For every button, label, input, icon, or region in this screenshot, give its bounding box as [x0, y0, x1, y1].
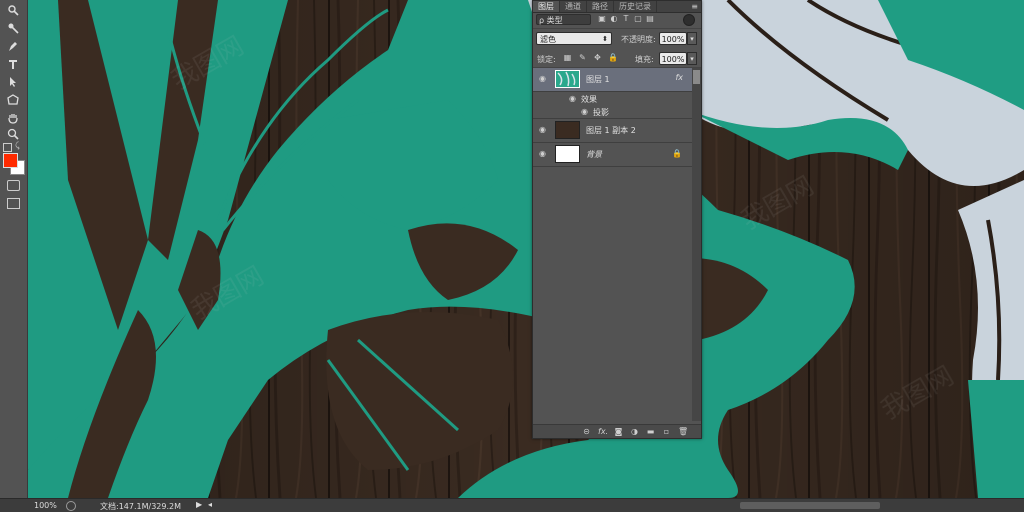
layer-thumbnail — [555, 145, 580, 163]
layer-fx-badge[interactable]: fx — [675, 73, 683, 82]
default-colors-icon[interactable] — [3, 143, 12, 152]
filter-icons: ▣ ◐ T ▢ ▤ — [598, 14, 654, 23]
opacity-label: 不透明度: — [621, 35, 656, 44]
status-bar: 100% 文档:147.1M/329.2M ▶ ◂ — [0, 498, 1024, 512]
type-filter-icon[interactable]: T — [622, 14, 630, 23]
visibility-eye-icon[interactable]: ◉ — [539, 74, 549, 84]
scroll-left-icon[interactable]: ◂ — [208, 500, 212, 509]
panel-tabs: 图层 通道 路径 历史记录 ≡ — [533, 1, 701, 13]
panel-menu-icon[interactable]: ≡ — [691, 1, 698, 12]
foreground-color-swatch[interactable] — [3, 153, 18, 168]
path-select-icon[interactable] — [4, 74, 22, 90]
zoom-level[interactable]: 100% — [34, 501, 57, 510]
effects-label: 效果 — [581, 95, 597, 104]
adjustment-icon[interactable]: ◑ — [630, 427, 639, 436]
group-icon[interactable]: ▬ — [646, 427, 655, 436]
tab-paths[interactable]: 路径 — [587, 1, 614, 12]
layers-bottom-bar: ⊝ fx. ◙ ◑ ▬ ▫ 🗑 — [533, 424, 701, 438]
new-layer-icon[interactable]: ▫ — [662, 427, 671, 436]
pen-icon[interactable] — [4, 38, 22, 54]
fx-icon[interactable]: fx. — [598, 427, 608, 436]
visibility-eye-icon[interactable]: ◉ — [581, 107, 588, 116]
shape-icon[interactable] — [4, 92, 22, 108]
layer-row[interactable]: ◉ 图层 1 fx — [533, 68, 692, 92]
layer-filter-select[interactable]: ρ 类型 — [536, 14, 591, 25]
info-icon[interactable] — [66, 501, 76, 511]
smart-object-filter-icon[interactable]: ▤ — [646, 14, 654, 23]
filter-toggle[interactable] — [683, 14, 695, 26]
fill-input[interactable]: 100% — [659, 52, 687, 65]
tab-history[interactable]: 历史记录 — [614, 1, 657, 12]
layer-row[interactable]: ◉ 背景 🔒 — [533, 143, 692, 167]
effect-item-label: 投影 — [593, 108, 609, 117]
layers-list: ◉ 图层 1 fx ◉ 效果 ◉ 投影 ◉ 图层 1 副本 2 ◉ 背景 🔒 — [533, 68, 692, 167]
horizontal-scrollbar-thumb[interactable] — [740, 502, 880, 509]
adjustment-filter-icon[interactable]: ◐ — [610, 14, 618, 23]
zoom-icon[interactable] — [4, 126, 22, 142]
status-menu-arrow-icon[interactable]: ▶ — [196, 500, 202, 509]
document-info: 文档:147.1M/329.2M — [100, 502, 181, 511]
fill-slider-button[interactable]: ▾ — [687, 52, 697, 65]
quick-mask-icon[interactable] — [7, 180, 20, 191]
lock-all-icon[interactable]: 🔒 — [608, 53, 618, 62]
layers-scrollbar[interactable] — [692, 68, 701, 421]
scrollbar-thumb[interactable] — [693, 70, 700, 84]
lock-transparent-icon[interactable]: ▦ — [563, 53, 572, 62]
layer-name: 图层 1 — [586, 75, 610, 84]
quick-select-icon[interactable] — [4, 20, 22, 36]
layer-row[interactable]: ◉ 图层 1 副本 2 — [533, 118, 692, 143]
screen-mode-icon[interactable] — [7, 198, 20, 209]
fill-label: 填充: — [635, 55, 654, 64]
canvas-artwork: 我图网 我图网 我图网 我图网 我图网 — [28, 0, 1024, 498]
layer-name: 图层 1 副本 2 — [586, 126, 636, 135]
lock-pixels-icon[interactable]: ✎ — [578, 53, 587, 62]
blend-mode-select[interactable]: 滤色 ⬍ — [536, 32, 612, 45]
layer-name: 背景 — [586, 150, 602, 159]
visibility-eye-icon[interactable]: ◉ — [539, 125, 549, 135]
lock-icons: ▦ ✎ ✥ 🔒 — [563, 53, 618, 62]
tab-channels[interactable]: 通道 — [560, 1, 587, 12]
trash-icon[interactable]: 🗑 — [678, 427, 688, 436]
layer-thumbnail — [555, 121, 580, 139]
layer-thumbnail — [555, 70, 580, 88]
lock-icon: 🔒 — [672, 149, 682, 158]
effect-item-row[interactable]: ◉ 投影 — [533, 105, 692, 118]
divider — [533, 28, 701, 29]
effects-row[interactable]: ◉ 效果 — [533, 92, 692, 105]
image-filter-icon[interactable]: ▣ — [598, 14, 606, 23]
layers-panel: 图层 通道 路径 历史记录 ≡ ρ 类型 ▣ ◐ T ▢ ▤ 滤色 ⬍ 不透明度… — [532, 0, 702, 439]
shape-filter-icon[interactable]: ▢ — [634, 14, 642, 23]
chevron-down-icon: ⬍ — [602, 35, 608, 43]
zoom-ish-icon[interactable] — [4, 2, 22, 18]
tab-layers[interactable]: 图层 — [533, 1, 560, 12]
opacity-slider-button[interactable]: ▾ — [687, 32, 697, 45]
mask-icon[interactable]: ◙ — [614, 427, 623, 436]
swap-colors-icon[interactable]: ⤹ — [15, 141, 20, 151]
hand-icon[interactable] — [4, 110, 22, 126]
document-canvas[interactable]: 我图网 我图网 我图网 我图网 我图网 — [28, 0, 1024, 498]
lock-label: 锁定: — [537, 55, 556, 64]
visibility-eye-icon[interactable]: ◉ — [569, 94, 576, 103]
tools-panel: ⤹ — [0, 0, 28, 498]
blend-mode-value: 滤色 — [540, 35, 556, 44]
visibility-eye-icon[interactable]: ◉ — [539, 149, 549, 159]
type-icon[interactable] — [4, 56, 22, 72]
opacity-input[interactable]: 100% — [659, 32, 687, 45]
link-icon[interactable]: ⊝ — [582, 427, 591, 436]
lock-position-icon[interactable]: ✥ — [593, 53, 602, 62]
